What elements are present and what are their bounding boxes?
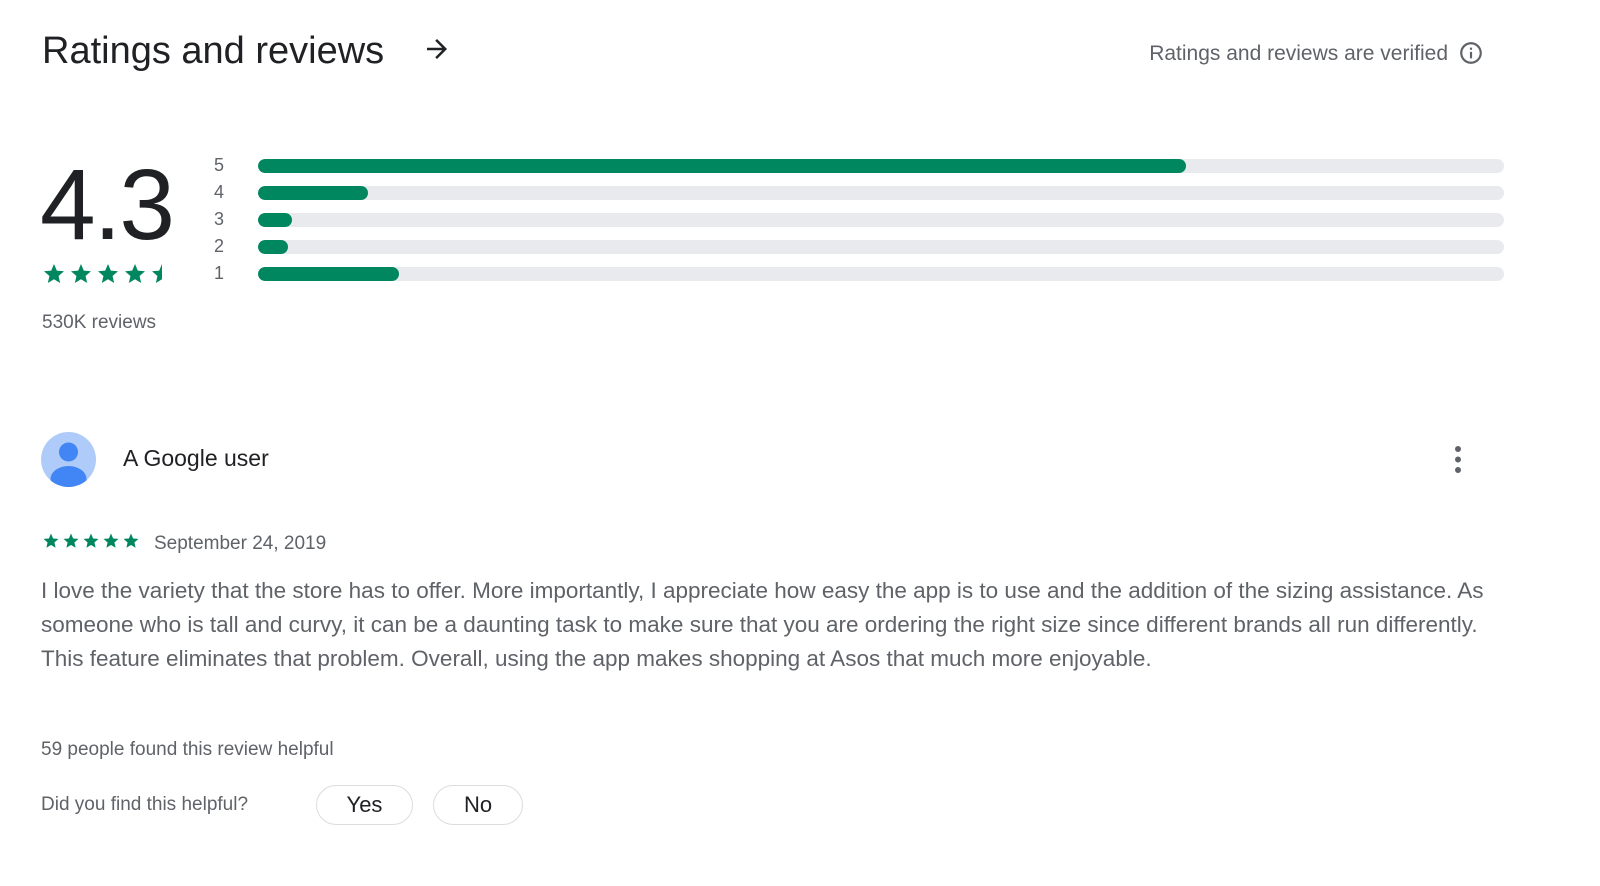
helpful-no-button[interactable]: No bbox=[433, 785, 523, 825]
star-icon bbox=[123, 533, 139, 548]
person-icon bbox=[50, 442, 87, 487]
more-vert-icon[interactable] bbox=[1444, 442, 1472, 478]
rating-bar-row: 4 bbox=[214, 179, 1504, 206]
rating-bar-label: 4 bbox=[214, 182, 225, 202]
rating-bar-track bbox=[258, 239, 1504, 254]
verified-notice: Ratings and reviews are verified bbox=[1100, 40, 1500, 70]
average-rating: 4.3 bbox=[40, 149, 175, 261]
star-icon bbox=[63, 533, 79, 548]
arrow-right-icon[interactable] bbox=[422, 34, 452, 64]
rating-bar-label: 2 bbox=[214, 236, 225, 256]
review-star-rating bbox=[42, 532, 140, 550]
rating-bar-fill bbox=[258, 239, 288, 254]
rating-bar-label: 1 bbox=[214, 263, 225, 283]
star-icon bbox=[98, 264, 118, 283]
rating-bar-row: 3 bbox=[214, 206, 1504, 233]
info-icon[interactable] bbox=[1458, 40, 1484, 66]
rating-bar-label: 3 bbox=[214, 209, 225, 229]
summary-star-rating bbox=[42, 262, 174, 286]
rating-bar-track bbox=[258, 158, 1504, 173]
star-icon bbox=[44, 264, 64, 283]
helpful-question: Did you find this helpful? bbox=[41, 794, 249, 815]
star-icon bbox=[125, 264, 145, 283]
avatar bbox=[41, 432, 96, 487]
rating-bar-track bbox=[258, 185, 1504, 200]
star-icon bbox=[152, 264, 162, 283]
star-icon bbox=[71, 264, 91, 283]
rating-distribution: 5 4 3 2 1 bbox=[214, 152, 1504, 287]
rating-bar-fill bbox=[258, 266, 399, 281]
rating-bar-row: 2 bbox=[214, 233, 1504, 260]
verified-text: Ratings and reviews are verified bbox=[1149, 42, 1448, 65]
star-icon bbox=[83, 533, 99, 548]
star-icon bbox=[43, 533, 59, 548]
section-title: Ratings and reviews bbox=[42, 30, 385, 72]
review-date: September 24, 2019 bbox=[154, 533, 327, 554]
rating-bar-track bbox=[258, 212, 1504, 227]
rating-bar-fill bbox=[258, 158, 1187, 173]
rating-bar-row: 5 bbox=[214, 152, 1504, 179]
helpful-count: 59 people found this review helpful bbox=[41, 739, 334, 760]
rating-bar-track bbox=[258, 266, 1504, 281]
review-count: 530K reviews bbox=[42, 312, 157, 333]
rating-bar-row: 1 bbox=[214, 260, 1504, 287]
helpful-yes-button[interactable]: Yes bbox=[316, 785, 413, 825]
rating-bar-fill bbox=[258, 185, 368, 200]
review-author: A Google user bbox=[123, 445, 269, 471]
star-icon bbox=[103, 533, 119, 548]
review-text: I love the variety that the store has to… bbox=[41, 578, 1484, 671]
rating-bar-fill bbox=[258, 212, 292, 227]
rating-bar-label: 5 bbox=[214, 155, 225, 175]
